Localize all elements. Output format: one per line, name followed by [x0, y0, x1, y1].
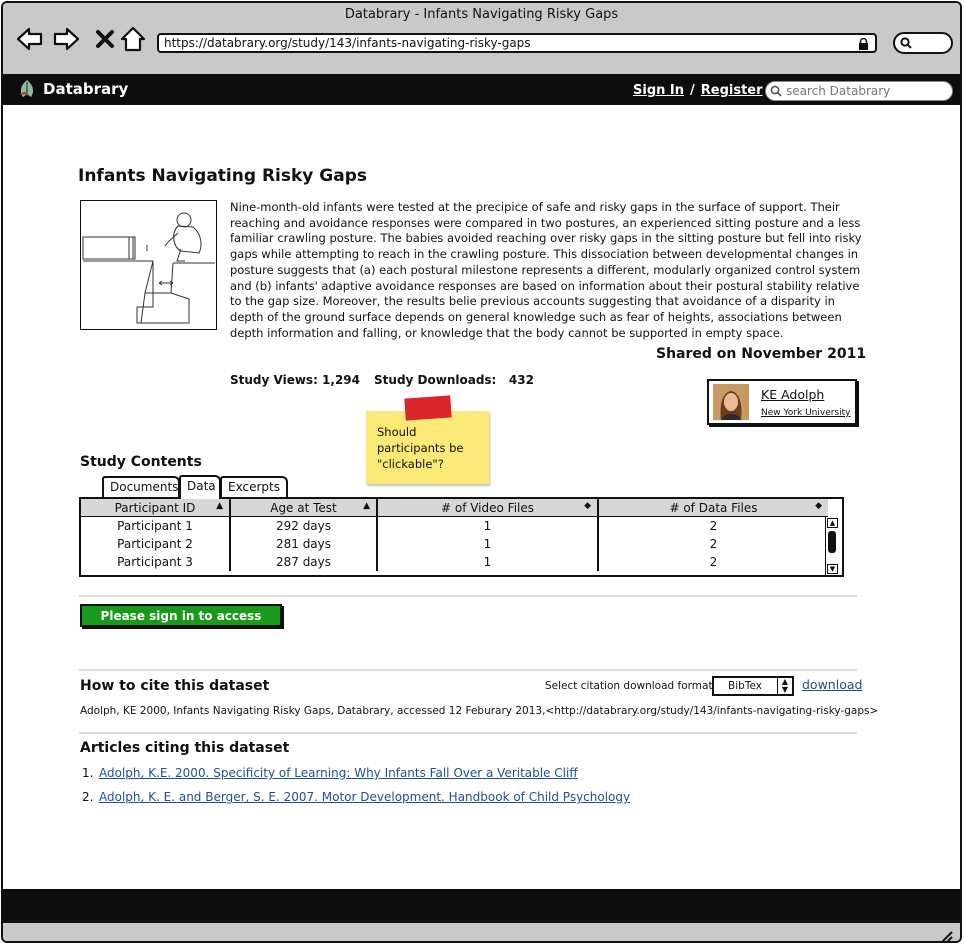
- article-link[interactable]: Adolph, K. E. and Berger, S. E. 2007. Mo…: [99, 790, 630, 804]
- divider: [79, 732, 857, 734]
- column-header-video-files[interactable]: # of Video Files ◆: [376, 499, 598, 517]
- tab-documents[interactable]: Documents: [102, 476, 180, 498]
- author-avatar: [713, 384, 749, 420]
- study-description: Nine-month-old infants were tested at th…: [230, 200, 862, 340]
- lock-icon: [859, 38, 868, 50]
- brand-logo[interactable]: Databrary: [17, 79, 128, 99]
- study-thumbnail: [80, 200, 217, 330]
- citation-download-link[interactable]: download: [802, 677, 862, 692]
- column-label: Age at Test: [270, 500, 337, 515]
- site-search-icon: [770, 85, 782, 97]
- tab-excerpts[interactable]: Excerpts: [220, 476, 288, 498]
- register-link[interactable]: Register: [701, 83, 763, 98]
- participants-table: Participant ID ▲ Age at Test ▲ # of Video …: [79, 497, 844, 577]
- table-header-row: Participant ID ▲ Age at Test ▲ # of Video …: [81, 499, 828, 517]
- divider: [79, 595, 857, 597]
- window-title: Databrary - Infants Navigating Risky Gap…: [344, 7, 619, 22]
- sort-ascending-icon: ▲: [216, 501, 223, 511]
- browser-status-bar: [3, 921, 960, 943]
- auth-links: Sign In / Register: [633, 83, 763, 98]
- select-updown-icon: ▲ ▼: [777, 678, 792, 694]
- cite-heading: How to cite this dataset: [80, 678, 270, 694]
- author-institution-link[interactable]: New York University: [761, 408, 850, 418]
- sticky-tape: [404, 395, 452, 421]
- browser-search-field[interactable]: [893, 32, 953, 54]
- databrary-leaf-icon: [20, 80, 34, 97]
- cell-data-files: 2: [597, 516, 828, 535]
- browser-chrome: Databrary - Infants Navigating Risky Gap…: [3, 3, 960, 76]
- author-card[interactable]: KE Adolph New York University: [707, 379, 857, 425]
- resize-grip-icon[interactable]: [938, 929, 954, 943]
- cell-participant-id: Participant 3: [117, 555, 193, 569]
- column-label: Participant ID: [114, 500, 196, 515]
- home-icon[interactable]: [119, 25, 147, 53]
- article-number: 1.: [82, 766, 94, 780]
- back-arrow-icon[interactable]: [15, 25, 43, 53]
- study-stats: Study Views: 1,294 Study Downloads: 432: [230, 373, 534, 387]
- column-header-age[interactable]: Age at Test ▲: [229, 499, 377, 517]
- search-icon: [900, 37, 912, 49]
- sort-toggle-icon: ◆: [815, 501, 822, 511]
- cell-age: 292 days: [229, 516, 377, 535]
- auth-separator: /: [690, 83, 695, 98]
- table-row[interactable]: Participant 2 281 days 1 2: [81, 535, 828, 553]
- article-number: 2.: [82, 790, 94, 804]
- study-downloads: Study Downloads: 432: [374, 373, 534, 387]
- column-header-participant-id[interactable]: Participant ID ▲: [81, 499, 230, 517]
- sort-toggle-icon: ◆: [584, 501, 591, 511]
- sign-in-link[interactable]: Sign In: [633, 83, 684, 98]
- brand-name: Databrary: [43, 80, 129, 98]
- infant-gap-illustration: [82, 212, 215, 324]
- divider: [79, 669, 857, 671]
- table-row[interactable]: Participant 1 292 days 1 2: [81, 516, 828, 535]
- shared-date: Shared on November 2011: [656, 346, 867, 362]
- table-scrollbar[interactable]: ▲ ▼: [825, 517, 840, 575]
- cell-video-files: 1: [376, 516, 598, 535]
- column-header-data-files[interactable]: # of Data Files ◆: [597, 499, 828, 517]
- list-item: 1. Adolph, K.E. 2000. Specificity of Lear…: [80, 766, 578, 780]
- citation-text: Adolph, KE 2000, Infants Navigating Risk…: [80, 705, 879, 717]
- scroll-up-icon[interactable]: ▲: [827, 518, 838, 528]
- cell-data-files: 2: [597, 553, 828, 571]
- cell-video-files: 1: [376, 553, 598, 571]
- address-url: https://databrary.org/study/143/infants-…: [164, 36, 531, 50]
- author-name-link[interactable]: KE Adolph: [761, 387, 824, 402]
- browser-window: Databrary - Infants Navigating Risky Gap…: [1, 1, 962, 943]
- articles-heading: Articles citing this dataset: [80, 740, 290, 756]
- site-footer: [3, 889, 960, 921]
- cell-participant-id: Participant 1: [117, 519, 193, 533]
- forward-arrow-icon[interactable]: [53, 25, 81, 53]
- sort-toggle-icon: ▲: [363, 501, 370, 511]
- cell-data-files: 2: [597, 535, 828, 553]
- author-photo: [713, 384, 749, 420]
- list-item: 2. Adolph, K. E. and Berger, S. E. 2007. …: [80, 790, 630, 804]
- citation-format-label: Select citation download format:: [545, 680, 717, 692]
- study-contents-heading: Study Contents: [80, 454, 202, 470]
- site-search-input[interactable]: [765, 81, 953, 101]
- study-title: Infants Navigating Risky Gaps: [78, 166, 368, 186]
- table-row[interactable]: Participant 3 287 days 1 2: [81, 553, 828, 571]
- cell-participant-id: Participant 2: [117, 537, 193, 551]
- sticky-note: Should participants be "clickable"?: [366, 411, 489, 484]
- sign-in-to-access-button[interactable]: Please sign in to access Study: [80, 604, 282, 644]
- column-label: # of Video Files: [440, 500, 535, 515]
- column-label: # of Data Files: [669, 500, 758, 515]
- study-views: Study Views: 1,294: [230, 373, 361, 387]
- scroll-down-icon[interactable]: ▼: [827, 564, 838, 574]
- tab-data[interactable]: Data: [179, 475, 221, 499]
- cell-age: 287 days: [229, 553, 377, 571]
- stop-icon[interactable]: [91, 25, 119, 53]
- scroll-thumb[interactable]: [828, 531, 836, 553]
- citation-format-value: BibTex: [728, 680, 762, 692]
- site-header: Databrary Sign In / Register: [3, 75, 960, 105]
- citation-format-select[interactable]: BibTex ▲ ▼: [712, 676, 794, 696]
- address-bar[interactable]: https://databrary.org/study/143/infants-…: [157, 33, 877, 53]
- cell-age: 281 days: [229, 535, 377, 553]
- cell-video-files: 1: [376, 535, 598, 553]
- article-link[interactable]: Adolph, K.E. 2000. Specificity of Learni…: [99, 766, 578, 780]
